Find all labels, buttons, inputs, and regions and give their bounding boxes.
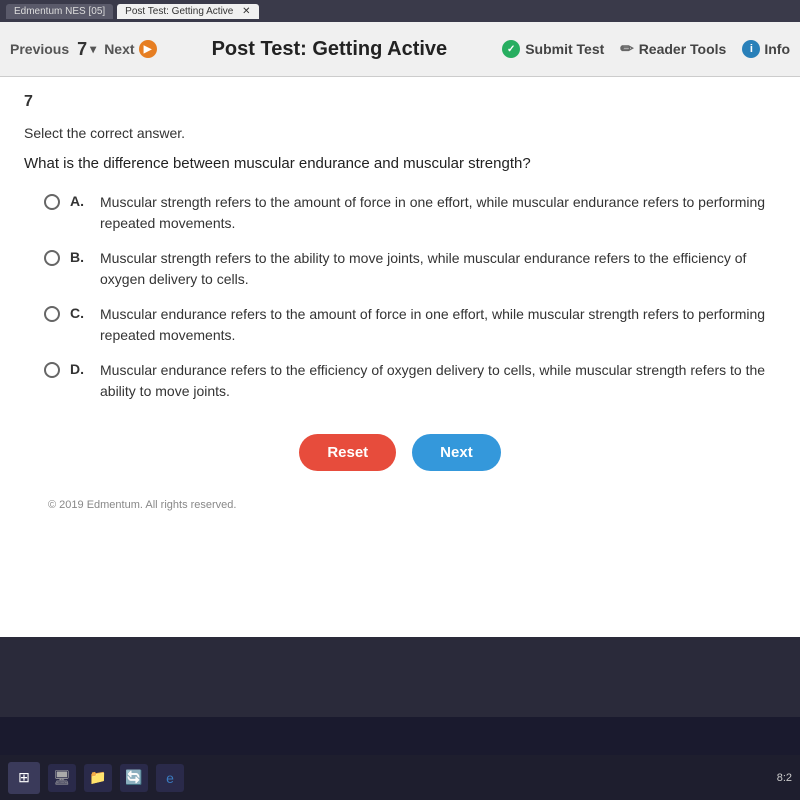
taskbar-icon-3[interactable]: 🔄 xyxy=(120,764,148,792)
taskbar-icon-1[interactable]: 🖥 xyxy=(48,764,76,792)
options-container: A. Muscular strength refers to the amoun… xyxy=(24,192,776,402)
option-a-text: Muscular strength refers to the amount o… xyxy=(100,192,776,234)
taskbar: ⊞ 🖥 📁 🔄 e 8:2 xyxy=(0,755,800,800)
action-buttons-row: Reset Next xyxy=(24,434,776,471)
option-d[interactable]: D. Muscular endurance refers to the effi… xyxy=(44,360,776,402)
browser-tab-posttest[interactable]: Post Test: Getting Active ✕ xyxy=(117,4,258,19)
option-b[interactable]: B. Muscular strength refers to the abili… xyxy=(44,248,776,290)
close-tab-icon[interactable]: ✕ xyxy=(242,6,250,17)
next-circle-icon: ▶ xyxy=(139,40,157,58)
nav-right-actions: ✓ Submit Test ✏ Reader Tools i Info xyxy=(502,39,790,59)
next-question-button[interactable]: Next xyxy=(412,434,501,471)
option-b-letter: B. xyxy=(70,249,90,265)
browser-tab-edmentum[interactable]: Edmentum NES [05] xyxy=(6,4,113,19)
footer: © 2019 Edmentum. All rights reserved. xyxy=(24,491,776,519)
option-c-letter: C. xyxy=(70,305,90,321)
option-d-letter: D. xyxy=(70,361,90,377)
nav-bar: Previous 7 ▾ Next ▶ Post Test: Getting A… xyxy=(0,22,800,77)
start-button[interactable]: ⊞ xyxy=(8,762,40,794)
browser-tab-bar: Edmentum NES [05] Post Test: Getting Act… xyxy=(0,0,800,22)
question-number-label: 7 xyxy=(24,93,776,111)
submit-icon: ✓ xyxy=(502,40,520,58)
question-dropdown-arrow[interactable]: ▾ xyxy=(90,42,96,56)
taskbar-icon-ie[interactable]: e xyxy=(156,764,184,792)
reset-button[interactable]: Reset xyxy=(299,434,396,471)
instructions-text: Select the correct answer. xyxy=(24,125,776,141)
option-d-text: Muscular endurance refers to the efficie… xyxy=(100,360,776,402)
option-a-letter: A. xyxy=(70,193,90,209)
reader-tools-button[interactable]: ✏ Reader Tools xyxy=(620,39,726,59)
page-title: Post Test: Getting Active xyxy=(165,38,495,61)
nav-next-button[interactable]: Next ▶ xyxy=(104,40,156,58)
main-content: 7 Select the correct answer. What is the… xyxy=(0,77,800,637)
option-c-text: Muscular endurance refers to the amount … xyxy=(100,304,776,346)
radio-c[interactable] xyxy=(44,306,60,322)
submit-test-button[interactable]: ✓ Submit Test xyxy=(502,40,604,58)
question-text: What is the difference between muscular … xyxy=(24,155,776,172)
info-icon: i xyxy=(742,40,760,58)
option-a[interactable]: A. Muscular strength refers to the amoun… xyxy=(44,192,776,234)
radio-a[interactable] xyxy=(44,194,60,210)
prev-button[interactable]: Previous xyxy=(10,41,69,57)
taskbar-clock: 8:2 xyxy=(777,772,792,784)
reader-tools-icon: ✏ xyxy=(620,39,633,59)
question-number-display: 7 ▾ xyxy=(77,39,96,60)
info-button[interactable]: i Info xyxy=(742,40,790,58)
dark-area xyxy=(0,637,800,717)
taskbar-icon-2[interactable]: 📁 xyxy=(84,764,112,792)
option-b-text: Muscular strength refers to the ability … xyxy=(100,248,776,290)
radio-d[interactable] xyxy=(44,362,60,378)
option-c[interactable]: C. Muscular endurance refers to the amou… xyxy=(44,304,776,346)
radio-b[interactable] xyxy=(44,250,60,266)
